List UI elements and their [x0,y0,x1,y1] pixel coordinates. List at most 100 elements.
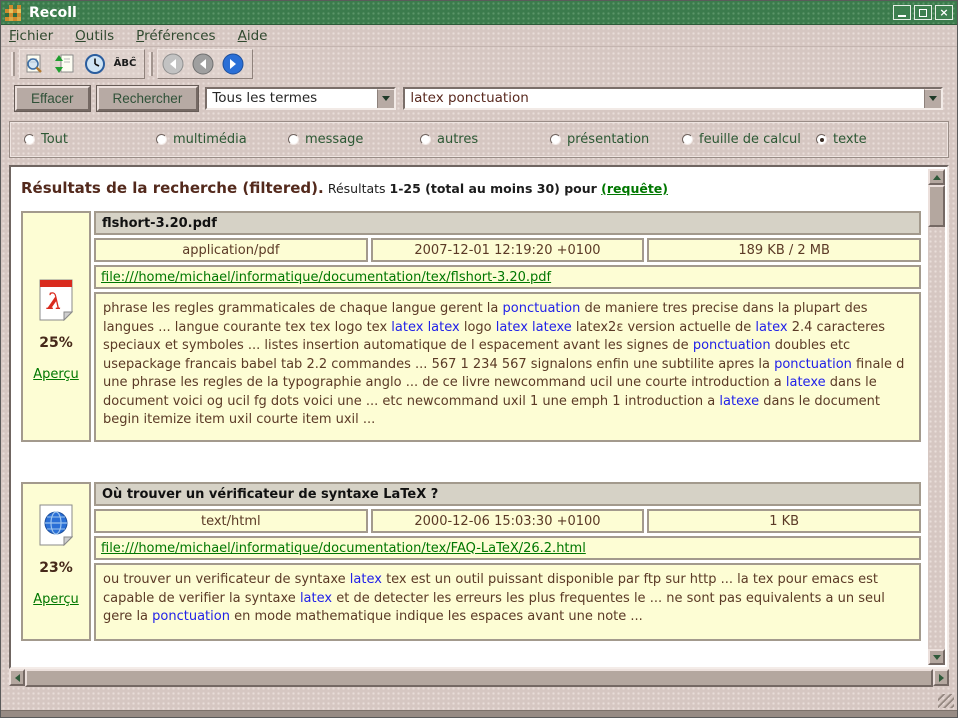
html-document-icon [39,504,73,550]
search-input-value[interactable]: latex ponctuation [405,89,924,108]
relevance-percent: 25% [39,335,73,351]
vertical-scrollbar[interactable] [928,169,945,665]
result-snippet: phrase les regles grammaticales de chaqu… [94,292,921,442]
preview-link[interactable]: Aperçu [33,592,79,607]
pdf-document-icon: λ [39,279,73,325]
radio-message[interactable]: message [288,132,363,147]
svg-text:λ: λ [46,289,62,315]
toolbar: ÂBĈ [1,47,957,80]
search-document-icon[interactable] [22,52,48,76]
radio-icon [156,134,167,145]
toolbar-group-nav [157,49,253,79]
statusbar-area [1,687,957,717]
vertical-scroll-thumb[interactable] [928,185,945,227]
toolbar-handle[interactable] [11,52,15,76]
preview-link[interactable]: Aperçu [33,367,79,382]
history-clock-icon[interactable] [82,52,108,76]
chevron-down-icon[interactable] [924,89,941,108]
results-heading: Résultats de la recherche (filtered). [21,179,324,197]
result-url-cell: file:///home/michael/informatique/docume… [94,265,921,289]
filter-wrap: Tout multimédia message autres présentat… [1,116,957,165]
radio-multimedia[interactable]: multimédia [156,132,247,147]
results-count-prefix: Résultats [328,181,390,196]
radio-icon [816,134,827,145]
radio-label: multimédia [173,132,247,147]
chevron-down-icon[interactable] [377,89,394,108]
search-controls: Effacer Rechercher Tous les termes latex… [1,80,957,116]
scroll-left-icon[interactable] [9,669,25,686]
window-bottom-frame [1,710,957,717]
radio-label: feuille de calcul [699,132,801,147]
search-button[interactable]: Rechercher [97,86,199,111]
result-side-panel: λ 25% Aperçu [21,211,91,442]
radio-label: autres [437,132,478,147]
scroll-up-icon[interactable] [928,169,945,185]
toolbar-group-tools: ÂBĈ [19,49,145,79]
query-link[interactable]: (requête) [601,181,668,196]
radio-tout[interactable]: Tout [24,132,68,147]
update-index-icon[interactable] [52,52,78,76]
radio-icon [550,134,561,145]
radio-presentation[interactable]: présentation [550,132,649,147]
result-title: Où trouver un vérificateur de syntaxe La… [94,482,921,506]
result-entry: λ 25% Aperçu flshort-3.20.pdf applicatio… [21,211,921,442]
radio-icon [288,134,299,145]
radio-feuille-de-calcul[interactable]: feuille de calcul [682,132,801,147]
radio-autres[interactable]: autres [420,132,478,147]
search-input[interactable]: latex ponctuation [403,87,943,110]
result-url-link[interactable]: file:///home/michael/informatique/docume… [101,541,586,556]
result-mime: application/pdf [94,238,368,262]
radio-icon [682,134,693,145]
results-panel: Résultats de la recherche (filtered). Ré… [9,165,949,669]
results-header: Résultats de la recherche (filtered). Ré… [21,179,921,197]
titlebar[interactable]: Recoll × [1,1,957,25]
radio-label: message [305,132,363,147]
relevance-percent: 23% [39,560,73,576]
results-content: Résultats de la recherche (filtered). Ré… [11,167,925,667]
radio-icon [24,134,35,145]
radio-label: présentation [567,132,649,147]
scroll-right-icon[interactable] [933,669,949,686]
term-explorer-abc-icon[interactable]: ÂBĈ [112,52,138,76]
result-title: flshort-3.20.pdf [94,211,921,235]
menubar: Fichier Outils Préférences Aide [1,25,957,47]
search-mode-value: Tous les termes [207,89,377,108]
radio-texte[interactable]: texte [816,132,867,147]
result-entry: 23% Aperçu Où trouver un vérificateur de… [21,482,921,641]
result-size: 1 KB [647,509,921,533]
menu-preferences[interactable]: Préférences [136,28,215,44]
radio-label: texte [833,132,867,147]
clear-button[interactable]: Effacer [15,86,90,111]
category-filterbar: Tout multimédia message autres présentat… [9,121,949,158]
result-snippet: ou trouver un verificateur de syntaxe la… [94,563,921,641]
result-url-cell: file:///home/michael/informatique/docume… [94,536,921,560]
result-date: 2007-12-01 12:19:20 +0100 [371,238,645,262]
menu-aide[interactable]: Aide [238,28,268,44]
recoll-window: Recoll × Fichier Outils Préférences Aide [0,0,958,718]
recoll-checker-icon [5,5,21,21]
toolbar-handle-2[interactable] [149,52,153,76]
radio-icon [420,134,431,145]
result-side-panel: 23% Aperçu [21,482,91,641]
maximize-icon[interactable] [914,5,932,20]
vertical-scroll-track[interactable] [928,227,945,649]
results-count: 1-25 (total au moins 30) pour [390,181,602,196]
scroll-down-icon[interactable] [928,649,945,665]
result-date: 2000-12-06 15:03:30 +0100 [371,509,645,533]
close-icon[interactable]: × [935,5,953,20]
menu-outils[interactable]: Outils [75,28,114,44]
nav-forward-icon[interactable] [220,52,246,76]
search-mode-select[interactable]: Tous les termes [205,87,396,110]
horizontal-scrollbar[interactable] [9,669,949,687]
result-url-link[interactable]: file:///home/michael/informatique/docume… [101,270,551,285]
resize-grip-icon[interactable] [938,694,954,708]
nav-first-back-icon[interactable] [160,52,186,76]
horizontal-scroll-thumb[interactable] [25,669,933,687]
minimize-icon[interactable] [893,5,911,20]
result-size: 189 KB / 2 MB [647,238,921,262]
window-title: Recoll [29,5,890,21]
menu-fichier[interactable]: Fichier [9,28,53,44]
radio-label: Tout [41,132,68,147]
nav-back-icon[interactable] [190,52,216,76]
result-mime: text/html [94,509,368,533]
